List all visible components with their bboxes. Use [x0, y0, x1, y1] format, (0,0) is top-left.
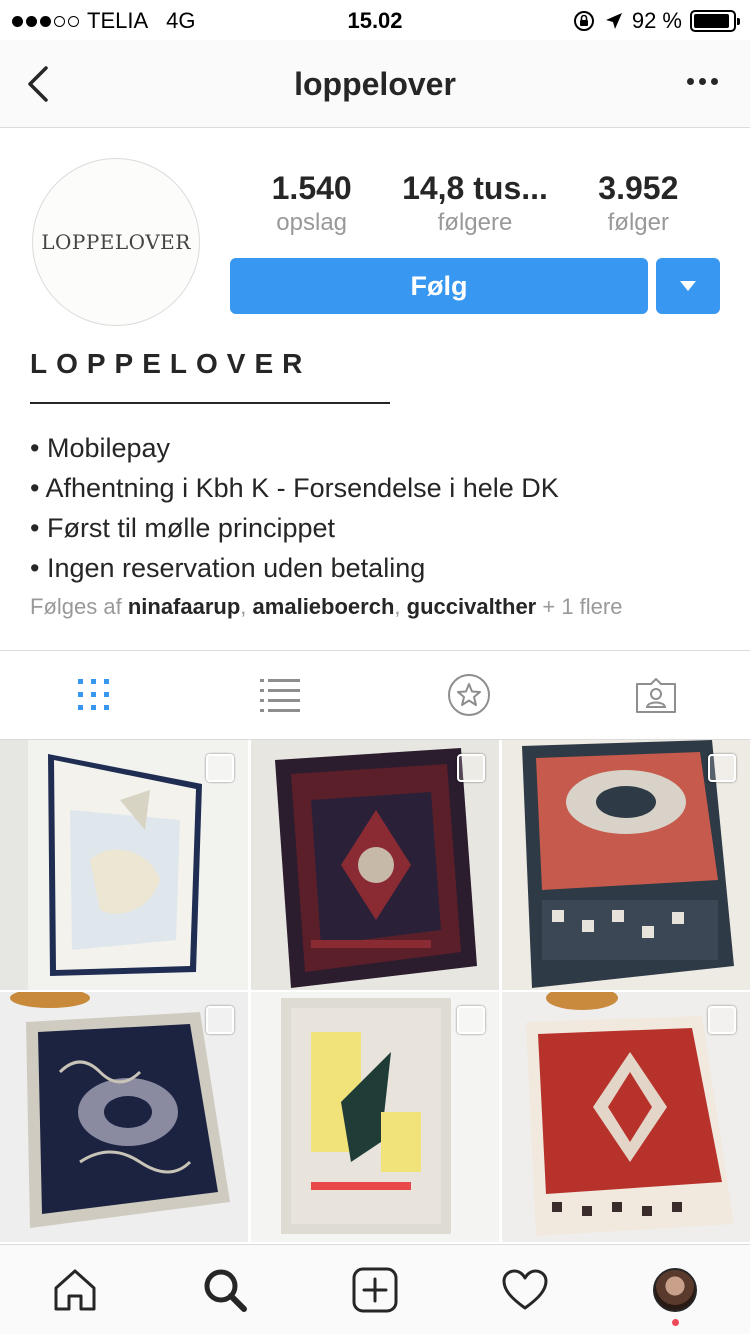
grid-icon	[77, 679, 109, 710]
search-icon	[204, 1269, 247, 1312]
nav-search[interactable]	[150, 1245, 300, 1334]
followed-by-more[interactable]: + 1 flere	[542, 594, 622, 619]
suggestions-dropdown-button[interactable]	[656, 258, 720, 314]
follow-button[interactable]: Følg	[230, 258, 648, 314]
select-checkbox[interactable]	[206, 1006, 234, 1034]
post-thumbnail[interactable]	[251, 740, 499, 990]
select-checkbox[interactable]	[206, 754, 234, 782]
add-post-icon	[352, 1267, 398, 1312]
profile-stats: 1.540 opslag 14,8 tus... følgere 3.952 f…	[230, 170, 720, 237]
bio-line: • Mobilepay	[30, 433, 171, 463]
nav-profile[interactable]	[600, 1245, 750, 1334]
post-grid	[0, 740, 750, 1244]
profile-name: LOPPELOVER	[30, 348, 312, 379]
rotation-lock-icon	[573, 11, 594, 31]
followed-by[interactable]: Følges af ninafaarup, amalieboerch, gucc…	[30, 594, 730, 620]
post-thumbnail[interactable]	[0, 992, 248, 1242]
post-thumbnail[interactable]	[251, 992, 499, 1242]
follower-link[interactable]: guccivalther	[407, 594, 537, 619]
separator-comma: ,	[240, 594, 247, 619]
select-checkbox[interactable]	[457, 1006, 485, 1034]
bio-divider	[30, 402, 390, 404]
battery-percent: 92 %	[631, 8, 682, 33]
stat-followers-label: følgere	[437, 209, 513, 236]
stat-followers[interactable]: 14,8 tus... følgere	[393, 170, 556, 237]
post-thumbnail[interactable]	[502, 740, 750, 990]
tab-list[interactable]	[188, 651, 376, 739]
stat-posts[interactable]: 1.540 opslag	[230, 170, 393, 237]
post-thumbnail[interactable]	[502, 992, 750, 1242]
separator-comma: ,	[394, 594, 401, 619]
status-bar: TELIA 4G 15.02 92 %	[0, 0, 750, 40]
stat-following-value: 3.952	[598, 170, 679, 206]
home-icon	[54, 1269, 96, 1310]
profile-tabs	[0, 650, 750, 740]
heart-icon	[502, 1269, 548, 1309]
follower-link[interactable]: amalieboerch	[253, 594, 395, 619]
select-checkbox[interactable]	[457, 754, 485, 782]
bio-line: • Først til mølle princippet	[30, 513, 336, 543]
bottom-tab-bar	[0, 1244, 750, 1334]
follower-link[interactable]: ninafaarup	[128, 594, 240, 619]
navigation-bar: loppelover	[0, 40, 750, 128]
nav-activity[interactable]	[450, 1245, 600, 1334]
status-right: 92 %	[572, 8, 740, 34]
star-icon	[447, 674, 490, 716]
stat-following[interactable]: 3.952 følger	[557, 170, 720, 237]
tab-grid[interactable]	[0, 651, 188, 739]
select-checkbox[interactable]	[708, 754, 736, 782]
stat-posts-value: 1.540	[271, 170, 352, 206]
bio-line: • Afhentning i Kbh K - Forsendelse i hel…	[30, 473, 559, 503]
tagged-person-icon	[636, 678, 677, 713]
more-options-icon[interactable]	[687, 78, 718, 85]
stat-posts-label: opslag	[276, 209, 348, 236]
bio-line: • Ingen reservation uden betaling	[30, 553, 426, 583]
battery-icon	[690, 10, 740, 32]
page-title: loppelover	[294, 66, 456, 102]
location-arrow-icon	[605, 13, 622, 29]
nav-home[interactable]	[0, 1245, 150, 1334]
profile-avatar-icon	[653, 1267, 697, 1312]
select-checkbox[interactable]	[708, 1006, 736, 1034]
nav-add-post[interactable]	[300, 1245, 450, 1334]
profile-bio: LOPPELOVER • Mobilepay • Afhentning i Kb…	[30, 348, 730, 620]
tab-saved[interactable]	[375, 651, 563, 739]
notification-dot	[672, 1319, 679, 1326]
stat-followers-value: 14,8 tus...	[402, 170, 548, 206]
profile-avatar[interactable]: LOPPELOVER	[32, 158, 200, 326]
followed-by-prefix: Følges af	[30, 594, 122, 619]
caret-down-icon	[680, 281, 696, 291]
stat-following-label: følger	[607, 209, 669, 236]
avatar-logo-text: LOPPELOVER	[41, 230, 191, 254]
post-thumbnail[interactable]	[0, 740, 248, 990]
tab-tagged[interactable]	[563, 651, 750, 739]
list-icon	[260, 679, 301, 712]
